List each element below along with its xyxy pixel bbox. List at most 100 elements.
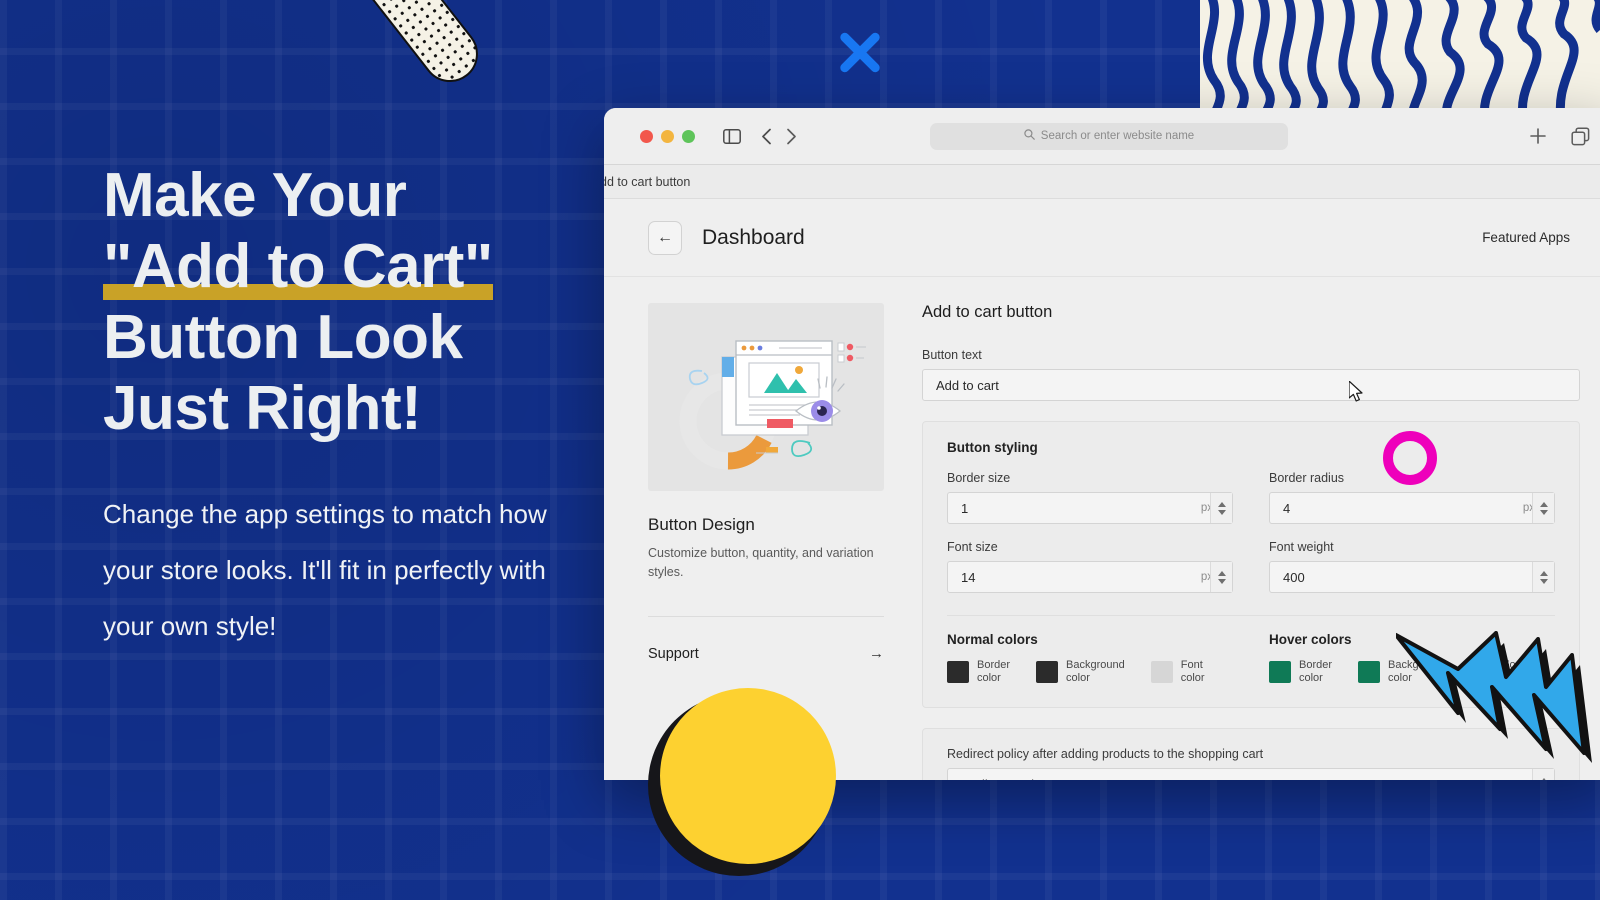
redirect-policy-panel: Redirect policy after adding products to…: [922, 728, 1580, 780]
redirect-policy-value: Redirect to the cart page: [961, 777, 1103, 781]
settings-column: Add to cart button Button text Add to ca…: [922, 303, 1580, 780]
chevron-right-icon[interactable]: [786, 128, 797, 145]
back-button[interactable]: ←: [648, 220, 682, 255]
color-chip[interactable]: [947, 661, 969, 683]
hover-colors-group: Hover colors Border color Background col…: [1269, 632, 1555, 685]
hover-colors-swatches: Border color Background color Font color: [1269, 659, 1555, 685]
swatch-label-line2: color: [1388, 672, 1412, 684]
swatch-label-line2: color: [1299, 672, 1323, 684]
app-header: ← Dashboard Featured Apps: [604, 199, 1600, 277]
normal-colors-swatches: Border color Background color Font color: [947, 659, 1233, 685]
support-link[interactable]: Support →: [648, 616, 884, 662]
border-size-value: 1: [961, 500, 969, 516]
border-radius-value: 4: [1283, 500, 1291, 516]
arrow-right-icon: →: [869, 645, 884, 662]
button-design-card: Button Design Customize button, quantity…: [648, 303, 884, 780]
featured-apps-link[interactable]: Featured Apps: [1482, 230, 1570, 245]
swatch-label: Background color: [1066, 659, 1125, 685]
swatch-label-line1: Font: [1502, 659, 1525, 671]
promo-heading-highlight: "Add to Cart": [103, 231, 493, 302]
close-window-button[interactable]: [640, 129, 653, 143]
normal-border-color-swatch[interactable]: Border color: [947, 659, 1010, 685]
styling-fields-grid: Border size 1 px Border radius 4 px Font…: [947, 471, 1555, 593]
font-size-input[interactable]: 14 px: [947, 561, 1233, 593]
promo-heading-line-1: Make Your: [103, 161, 407, 230]
swatch-label: Font color: [1181, 659, 1205, 685]
font-size-stepper[interactable]: [1210, 562, 1232, 592]
color-chip[interactable]: [1472, 661, 1495, 683]
normal-colors-group: Normal colors Border color Background co…: [947, 632, 1233, 685]
promo-heading-line-4: Just Right!: [103, 374, 422, 443]
font-weight-stepper[interactable]: [1532, 562, 1554, 592]
page-body: Button Design Customize button, quantity…: [604, 277, 1600, 780]
swatch-label-line2: color: [1180, 672, 1205, 684]
swatch-label: Border color: [1299, 659, 1332, 685]
search-icon: [1024, 127, 1035, 145]
swatch-label-line1: Border: [1299, 659, 1333, 671]
color-chip[interactable]: [1150, 661, 1173, 683]
app-page: ← Dashboard Featured Apps Button Design …: [604, 199, 1600, 780]
button-styling-title: Button styling: [947, 440, 1038, 455]
swatch-label-line2: color: [1066, 672, 1090, 684]
zoom-window-button[interactable]: [682, 129, 695, 143]
promo-heading: Make Your "Add to Cart" Button Look Just…: [103, 160, 573, 444]
border-radius-input[interactable]: 4 px: [1269, 492, 1555, 524]
field-font-size: Font size 14 px: [947, 540, 1233, 593]
redirect-policy-stepper[interactable]: [1532, 769, 1554, 780]
hover-font-color-swatch[interactable]: Font color: [1472, 659, 1527, 685]
normal-font-color-swatch[interactable]: Font color: [1150, 659, 1205, 685]
button-design-illustration: [648, 303, 884, 491]
stepper-up-icon[interactable]: [1539, 777, 1548, 780]
card-title: Button Design: [648, 515, 755, 534]
chevron-left-icon[interactable]: [761, 128, 772, 145]
mouse-cursor: [1348, 380, 1365, 408]
field-border-radius: Border radius 4 px: [1269, 471, 1555, 524]
border-size-stepper[interactable]: [1210, 493, 1232, 523]
card-description: Customize button, quantity, and variatio…: [648, 546, 874, 579]
stepper-up-icon[interactable]: [1539, 570, 1548, 576]
border-radius-label: Border radius: [1269, 471, 1345, 485]
plus-icon[interactable]: [1529, 127, 1547, 145]
font-size-label: Font size: [947, 540, 998, 554]
color-chip[interactable]: [1269, 661, 1291, 683]
stepper-down-icon[interactable]: [1217, 509, 1226, 515]
minimize-window-button[interactable]: [661, 129, 674, 143]
swatch-label-line2: color: [977, 672, 1001, 684]
settings-section-title: Add to cart button: [922, 303, 1053, 321]
stepper-up-icon[interactable]: [1217, 501, 1226, 507]
browser-tab-bar: dd to cart button: [604, 165, 1600, 199]
border-radius-stepper[interactable]: [1532, 493, 1554, 523]
colors-grid: Normal colors Border color Background co…: [947, 615, 1555, 685]
swatch-label-line1: Background: [1388, 659, 1447, 671]
color-chip[interactable]: [1358, 661, 1381, 683]
hover-border-color-swatch[interactable]: Border color: [1269, 659, 1332, 685]
normal-background-color-swatch[interactable]: Background color: [1036, 659, 1125, 685]
redirect-policy-label: Redirect policy after adding products to…: [947, 747, 1264, 761]
sidebar-icon[interactable]: [723, 128, 741, 144]
tab-overview-icon[interactable]: [1571, 126, 1590, 146]
page-title: Dashboard: [702, 225, 805, 249]
swatch-label-line1: Font: [1180, 659, 1203, 671]
browser-tab[interactable]: dd to cart button: [604, 175, 690, 189]
font-weight-label: Font weight: [1269, 540, 1334, 554]
swatch-label-line1: Border: [977, 659, 1011, 671]
redirect-policy-select[interactable]: Redirect to the cart page: [947, 768, 1555, 780]
stepper-up-icon[interactable]: [1217, 570, 1226, 576]
font-weight-input[interactable]: 400: [1269, 561, 1555, 593]
promo-heading-line-2: "Add to Cart": [103, 232, 493, 301]
support-label: Support: [648, 645, 699, 662]
stepper-down-icon[interactable]: [1217, 578, 1226, 584]
hover-background-color-swatch[interactable]: Background color: [1358, 659, 1447, 685]
stepper-down-icon[interactable]: [1539, 509, 1548, 515]
color-chip[interactable]: [1036, 661, 1059, 683]
search-input[interactable]: Search or enter website name: [930, 122, 1288, 150]
font-size-value: 14: [961, 569, 976, 585]
border-size-input[interactable]: 1 px: [947, 492, 1233, 524]
stepper-up-icon[interactable]: [1539, 501, 1548, 507]
browser-window: Search or enter website name dd to cart …: [604, 108, 1600, 780]
button-text-label: Button text: [922, 348, 982, 362]
stepper-down-icon[interactable]: [1539, 578, 1548, 584]
font-weight-value: 400: [1283, 569, 1305, 585]
button-text-input[interactable]: Add to cart: [922, 369, 1580, 401]
address-placeholder: Search or enter website name: [1040, 130, 1195, 142]
